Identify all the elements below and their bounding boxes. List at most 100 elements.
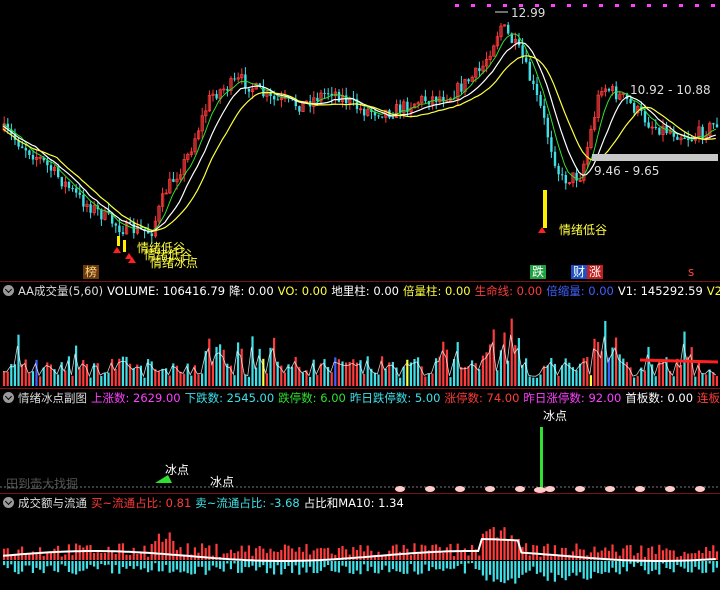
- collapse-sentiment-icon[interactable]: [3, 392, 14, 403]
- turnover-sell-bar: [319, 561, 322, 571]
- turnover-sell-bar: [85, 561, 88, 569]
- candle-body-down: [546, 117, 549, 138]
- signal-right: 情绪低谷: [559, 223, 608, 237]
- top-marker: [631, 4, 635, 7]
- turnover-buy-bar: [705, 547, 708, 560]
- turnover-sell-bar: [139, 561, 142, 570]
- turnover-buy-bar: [273, 551, 276, 560]
- turnover-buy-bar: [438, 547, 441, 560]
- turnover-buy-bar: [240, 545, 243, 560]
- turnover-buy-bar: [654, 553, 657, 560]
- turnover-sell-bar: [330, 561, 333, 572]
- collapse-volume-icon[interactable]: [3, 285, 14, 296]
- turnover-title: 成交额与流通: [18, 496, 87, 510]
- volume-bar: [672, 376, 675, 386]
- turnover-sell-bar: [571, 561, 574, 573]
- turnover-sell-bar: [359, 561, 362, 575]
- candle-body-down: [24, 147, 27, 151]
- turnover-buy-bar: [129, 555, 132, 560]
- volume-bar: [273, 337, 276, 386]
- turnover-buy-bar: [370, 550, 373, 560]
- volume-bar: [615, 337, 618, 386]
- turnover-sell-bar: [197, 561, 200, 567]
- volume-bar: [154, 368, 157, 386]
- price-chart-panel[interactable]: 12.99 10.92 - 10.88 9.46 - 9.65 情绪低谷 情绪低…: [0, 0, 720, 281]
- sentiment-dot: [485, 486, 495, 492]
- turnover-sell-bar: [103, 561, 106, 566]
- turnover-sell-bar: [485, 561, 488, 581]
- turnover-sell-bar: [697, 561, 700, 570]
- volume-bar: [633, 377, 636, 386]
- turnover-sell-bar: [82, 561, 85, 571]
- candle-body-down: [381, 116, 384, 118]
- turnover-sell-bar: [352, 561, 355, 574]
- volume-bar: [247, 376, 250, 386]
- turnover-sell-bar: [35, 561, 38, 568]
- turnover-sell-bar: [593, 561, 596, 572]
- sentiment-dot: [695, 486, 705, 492]
- turnover-buy-bar: [550, 556, 553, 560]
- tag-zhang[interactable]: 涨: [587, 265, 604, 279]
- volume-bar: [597, 341, 600, 386]
- turnover-sell-bar: [193, 561, 196, 574]
- turnover-buy-bar: [157, 533, 160, 560]
- candle-body-down: [226, 89, 229, 91]
- turnover-sell-bar: [381, 561, 384, 570]
- turnover-buy-bar: [690, 553, 693, 560]
- candle-body-down: [539, 94, 542, 106]
- volume-bar: [78, 367, 81, 386]
- turnover-sell-bar: [647, 561, 650, 575]
- turnover-indicator-2: 占比和MA10: 1.34: [303, 496, 404, 510]
- candle-body-down: [298, 106, 301, 112]
- turnover-sell-bar: [60, 561, 63, 565]
- tag-s[interactable]: s: [686, 265, 696, 279]
- turnover-sell-bar: [496, 561, 499, 580]
- turnover-buy-bar: [100, 552, 103, 560]
- volume-bar: [363, 373, 366, 386]
- volume-bar: [233, 375, 236, 386]
- turnover-sell-bar: [622, 561, 625, 568]
- volume-bar: [39, 376, 42, 386]
- candle-body-down: [647, 122, 650, 128]
- top-marker: [471, 4, 475, 7]
- volume-bar: [222, 349, 225, 386]
- turnover-sell-bar: [499, 561, 502, 583]
- sentiment-dot: [425, 486, 435, 492]
- turnover-sell-bar: [553, 561, 556, 582]
- volume-bar: [348, 361, 351, 386]
- turnover-sell-bar: [31, 561, 34, 573]
- turnover-sell-bar: [528, 561, 531, 571]
- turnover-sell-bar: [478, 561, 481, 570]
- turnover-buy-bar: [183, 556, 186, 560]
- sentiment-indicator-7: 连板: [697, 391, 720, 405]
- candle-body-down: [424, 96, 427, 102]
- candle-body-down: [262, 86, 265, 97]
- volume-bar: [179, 371, 182, 386]
- turnover-sell-bar: [503, 561, 506, 584]
- turnover-buy-bar: [715, 551, 718, 560]
- turnover-sell-bar: [651, 561, 654, 572]
- tag-cai[interactable]: 财: [571, 265, 588, 279]
- turnover-buy-bar: [496, 537, 499, 560]
- turnover-sell-bar: [175, 561, 178, 570]
- turnover-sell-bar: [17, 561, 20, 575]
- candlestick-chart[interactable]: [0, 0, 720, 281]
- candle-body-down: [575, 172, 578, 181]
- candle-body-down: [121, 232, 125, 234]
- turnover-sell-bar: [208, 561, 211, 571]
- turnover-buy-bar: [640, 545, 643, 560]
- volume-bar: [93, 363, 96, 386]
- watermark: 田到壶大找掘: [6, 477, 79, 491]
- volume-bar: [42, 367, 45, 386]
- turnover-buy-bar: [395, 544, 398, 560]
- tag-die[interactable]: 跌: [530, 265, 547, 279]
- turnover-buy-bar: [647, 547, 650, 560]
- candle-body-down: [28, 150, 31, 155]
- turnover-sell-bar: [190, 561, 193, 575]
- collapse-turnover-icon[interactable]: [3, 497, 14, 508]
- ma-line-yellow: [2, 55, 716, 232]
- candle-body-down: [715, 124, 719, 128]
- tag-bang[interactable]: 榜: [83, 265, 100, 279]
- turnover-sell-bar: [694, 561, 697, 567]
- volume-bar: [366, 356, 369, 386]
